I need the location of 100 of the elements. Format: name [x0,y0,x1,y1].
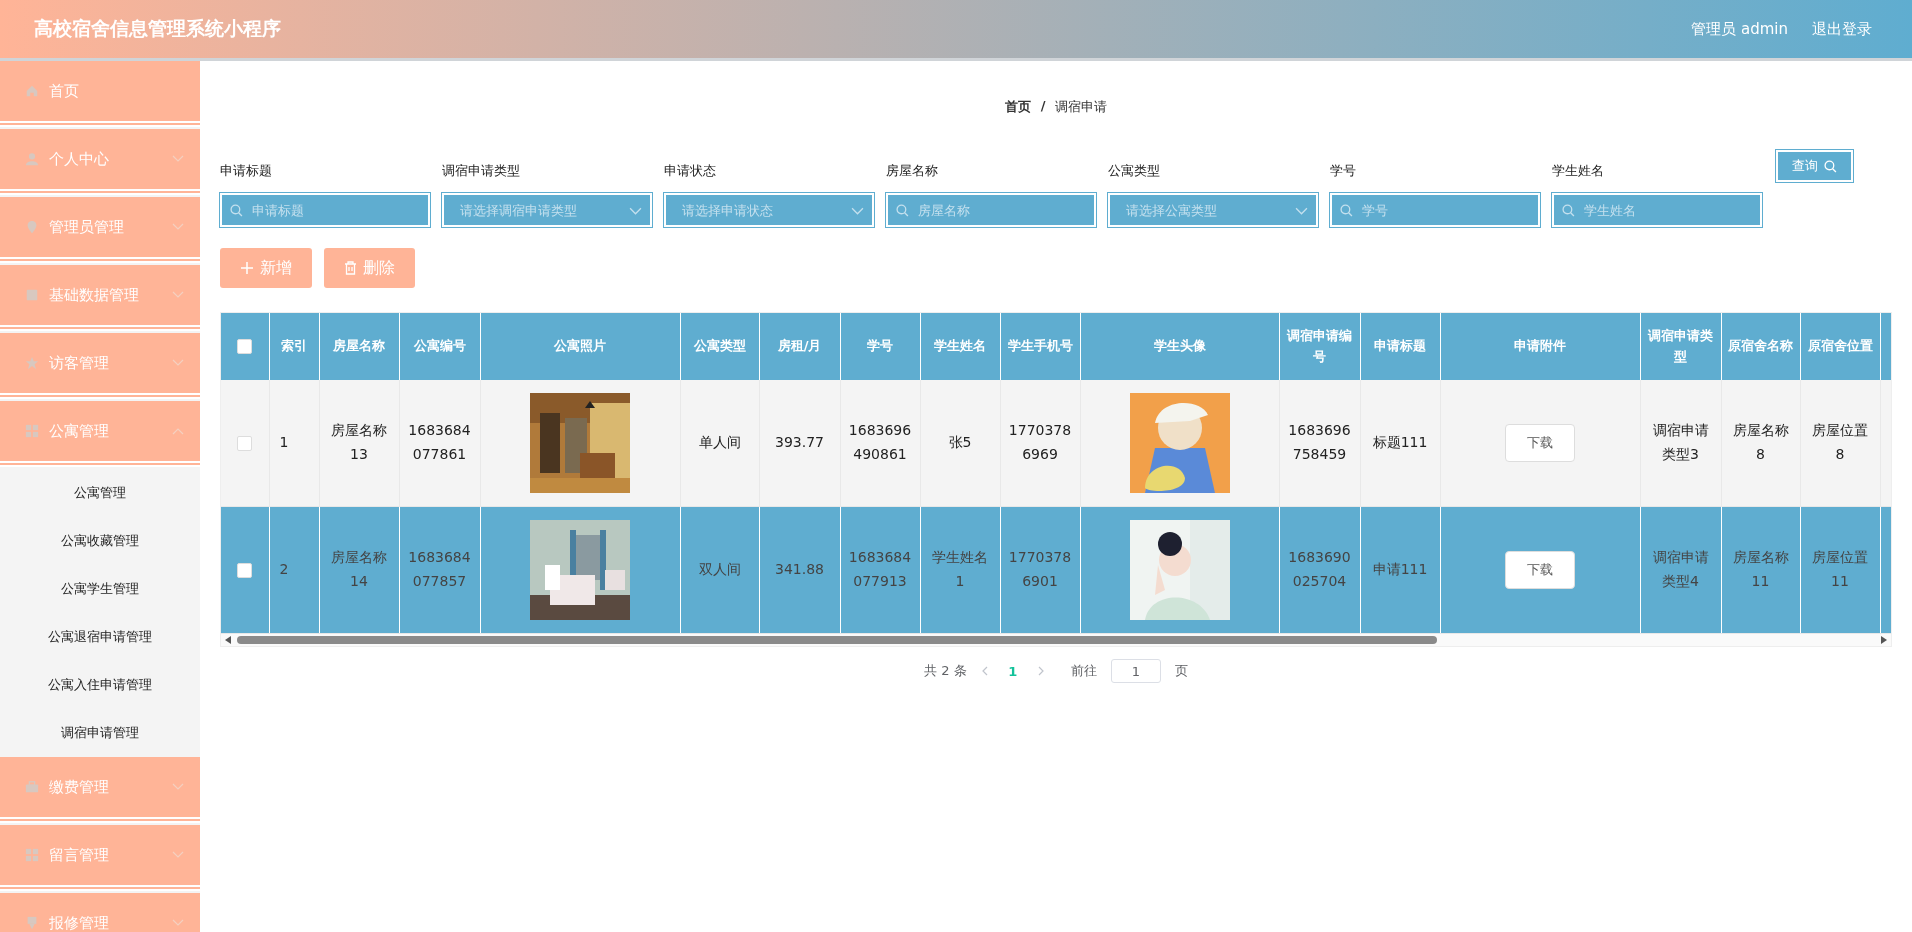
filter-label: 申请标题 [220,162,273,180]
table-cell-text: 标题111 [1372,434,1428,451]
table-cell-text: 双人间 [698,561,741,578]
table-cell-text: 1683684077913 [848,549,912,589]
sidebar-item[interactable]: 缴费管理 [0,757,200,823]
column-header: 原宿舍位置 [1800,313,1880,380]
search-icon [1340,204,1353,217]
table-cell-text: 1683690025704 [1288,549,1351,589]
column-header: 学生头像 [1080,313,1279,380]
table-cell-text: 调宿申请类型4 [1652,549,1709,589]
add-button[interactable]: 新增 [220,248,312,288]
table-cell-text: 1683684077857 [408,549,471,589]
search-field[interactable]: 学生姓名 [1552,193,1762,227]
select-field[interactable]: 请选择调宿申请类型 [442,193,652,227]
search-field[interactable]: 申请标题 [220,193,430,227]
filter-label: 公寓类型 [1108,162,1161,180]
table-cell-text: 房屋位置11 [1812,549,1868,589]
table-cell-text: 房屋名称14 [331,549,387,589]
select-field[interactable]: 请选择公寓类型 [1108,193,1318,227]
query-button[interactable]: 查询 [1776,150,1853,182]
download-button[interactable]: 下载 [1505,551,1575,589]
column-header: 索引 [269,313,319,380]
table-cell-text: 房屋位置8 [1812,422,1868,462]
breadcrumb-item: 调宿申请 [1055,98,1108,116]
column-header: 房屋名称 [319,313,399,380]
scroll-right-icon[interactable] [1881,636,1887,644]
breadcrumb-item[interactable]: 首页 [1004,98,1031,116]
table-cell-text: 393.77 [775,434,824,451]
table-cell-text: 调宿申请类型3 [1652,422,1709,462]
submenu-item[interactable]: 公寓入住申请管理 [0,661,200,709]
table-cell-text: 341.88 [775,561,824,578]
logout-link[interactable]: 退出登录 [1812,19,1872,39]
column-header: 申请附件 [1440,313,1640,380]
scrollbar[interactable] [221,634,1891,646]
column-header: 学生姓名 [920,313,1000,380]
table-cell-text: 2 [279,561,289,578]
sidebar-item[interactable]: 报修管理 [0,893,200,932]
search-icon [1824,159,1837,173]
home-icon [25,84,39,98]
table-cell-text: 房屋名称13 [331,422,387,462]
select-field[interactable]: 请选择申请状态 [664,193,874,227]
square-icon [25,288,39,302]
row-checkbox[interactable] [237,562,253,578]
sidebar-item[interactable]: 管理员管理 [0,197,200,263]
column-header: 公寓编号 [399,313,480,380]
page-unit-label: 页 [1174,662,1188,680]
submenu-item[interactable]: 公寓收藏管理 [0,517,200,565]
prev-page-icon[interactable] [980,666,989,676]
download-button[interactable]: 下载 [1505,424,1575,462]
table-cell-text: 房屋名称11 [1732,549,1789,589]
submenu-item[interactable]: 公寓管理 [0,469,200,517]
sidebar-item[interactable]: 基础数据管理 [0,265,200,331]
column-header: 申请标题 [1360,313,1440,380]
sidebar-item[interactable]: 留言管理 [0,825,200,891]
user-label: 管理员 admin [1691,19,1788,39]
table-row[interactable]: 2 房屋名称14 1683684077857 双人间 341.88 1683684077913 学生姓名1 17703786901 1683690025704 申请111 下载 调宿申请类型4 房屋名称11 房屋位置11 [221,506,1891,634]
sidebar-item[interactable]: 首页 [0,61,200,127]
submenu-item[interactable]: 公寓退宿申请管理 [0,613,200,661]
goto-label: 前往 [1070,662,1097,680]
submenu-item[interactable]: 公寓学生管理 [0,565,200,613]
page-input[interactable]: 1 [1110,659,1161,683]
search-field[interactable]: 学号 [1330,193,1540,227]
filter-label: 学生姓名 [1552,162,1605,180]
grid-icon [25,848,39,862]
sidebar-item[interactable]: 个人中心 [0,129,200,195]
next-page-icon[interactable] [1036,666,1045,676]
search-field[interactable]: 房屋名称 [886,193,1096,227]
filter-label: 学号 [1330,162,1357,180]
plus-icon [240,261,254,275]
delete-button[interactable]: 删除 [324,248,415,288]
briefcase-icon [25,780,39,794]
column-header: 公寓类型 [680,313,759,380]
table-cell-text: 17703786901 [1008,549,1072,589]
column-header: 学号 [840,313,920,380]
table-cell-text: 1 [279,434,289,451]
search-icon [1562,204,1575,217]
column-header: 调宿申请编号 [1279,313,1360,380]
filter-label: 申请状态 [664,162,717,180]
scroll-left-icon[interactable] [225,636,231,644]
column-header: 原宿舍名称 [1721,313,1800,380]
table-cell-text: 房屋名称8 [1732,422,1789,462]
stand-icon [25,916,39,930]
submenu-item[interactable]: 调宿申请管理 [0,709,200,757]
row-checkbox[interactable] [237,435,253,451]
star-icon [25,356,39,370]
table-cell-text: 1683696490861 [848,422,912,462]
sidebar-item[interactable]: 公寓管理 [0,401,200,467]
filter-label: 房屋名称 [886,162,939,180]
column-header: 调宿申请类型 [1640,313,1721,380]
column-header: 房租/月 [759,313,840,380]
breadcrumb-separator: / [1040,98,1046,115]
user-icon [25,152,39,166]
app-title: 高校宿舍信息管理系统小程序 [34,16,282,41]
grid-icon [25,424,39,438]
sidebar-item[interactable]: 访客管理 [0,333,200,399]
table-cell-text: 张5 [948,434,972,451]
column-header: 公寓照片 [480,313,680,380]
select-all-checkbox[interactable] [237,339,253,355]
page-number[interactable]: 1 [1002,663,1023,679]
table-row[interactable]: 1 房屋名称13 1683684077861 单人间 393.77 1683696490861 张5 17703786969 1683696758459 标题111 下载 调宿申请类型3 房屋名称8 房屋位置8 [221,380,1891,507]
